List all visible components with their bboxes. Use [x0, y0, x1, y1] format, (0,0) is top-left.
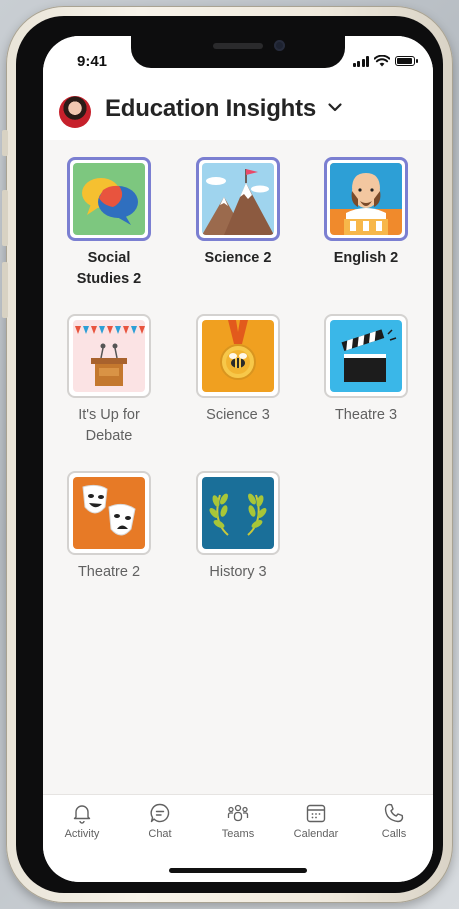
tab-label: Chat	[148, 828, 172, 840]
podium-bunting-icon	[73, 320, 145, 392]
bell-icon	[73, 805, 91, 824]
calendar-icon	[306, 804, 326, 823]
status-icons	[352, 55, 418, 67]
class-name: English 2	[333, 250, 399, 266]
class-thumbnail[interactable]	[196, 157, 280, 241]
clapperboard-icon	[330, 320, 402, 392]
tab-teams[interactable]: Teams	[199, 801, 277, 840]
class-tile[interactable]: History 3	[173, 471, 303, 581]
team-switcher-title[interactable]: Education Insights	[105, 95, 316, 123]
side-button	[2, 130, 8, 156]
class-tile[interactable]: English 2	[301, 157, 431, 277]
tab-activity[interactable]: Activity	[43, 801, 121, 840]
class-thumbnail[interactable]	[324, 314, 408, 398]
class-tile[interactable]: Science 2	[173, 157, 303, 277]
user-avatar[interactable]	[59, 96, 91, 128]
notch	[131, 36, 345, 68]
tab-label: Activity	[64, 828, 100, 840]
tab-calls[interactable]: Calls	[355, 801, 433, 840]
class-name: History 3	[209, 564, 267, 580]
side-button	[2, 262, 8, 318]
shakespeare-icon	[330, 163, 402, 235]
wifi-icon	[374, 55, 390, 67]
mountain-flag-icon	[202, 163, 274, 235]
phone-screen: 9:41 Education Insights Social Studies 2…	[43, 36, 433, 882]
class-name: Social Studies 2	[76, 250, 142, 287]
class-name: Science 3	[206, 407, 270, 423]
tab-label: Teams	[221, 828, 255, 840]
chat-icon	[150, 803, 170, 823]
status-time: 9:41	[77, 53, 108, 70]
front-camera	[274, 40, 285, 51]
class-thumbnail[interactable]	[196, 314, 280, 398]
tab-chat[interactable]: Chat	[121, 801, 199, 840]
home-indicator	[169, 868, 307, 873]
class-tile[interactable]: Theatre 3	[301, 314, 431, 424]
class-tile[interactable]: It's Up for Debate	[44, 314, 174, 444]
cellular-signal-icon	[352, 55, 369, 67]
tab-label: Calls	[381, 828, 407, 840]
chevron-down-icon[interactable]	[327, 99, 343, 115]
class-tile[interactable]: Theatre 2	[44, 471, 174, 581]
app-header: Education Insights	[43, 82, 433, 141]
class-thumbnail[interactable]	[67, 314, 151, 398]
class-tile[interactable]: Science 3	[173, 314, 303, 424]
tab-label: Calendar	[293, 828, 339, 840]
side-button	[2, 190, 8, 246]
speech-bubbles-icon	[73, 163, 145, 235]
class-name: Theatre 3	[334, 407, 398, 423]
battery-icon	[395, 56, 418, 66]
speaker-grille	[213, 43, 263, 49]
tab-calendar[interactable]: Calendar	[277, 801, 355, 840]
class-name: Theatre 2	[77, 564, 141, 580]
class-thumbnail[interactable]	[196, 471, 280, 555]
class-name: It's Up for Debate	[78, 407, 140, 444]
teams-icon	[227, 804, 249, 822]
laurel-wreath-icon	[202, 477, 274, 549]
phone-icon	[384, 803, 404, 823]
class-thumbnail[interactable]	[67, 471, 151, 555]
class-thumbnail[interactable]	[67, 157, 151, 241]
class-thumbnail[interactable]	[324, 157, 408, 241]
class-tile[interactable]: Social Studies 2	[44, 157, 174, 287]
class-name: Science 2	[204, 250, 272, 266]
theatre-masks-icon	[73, 477, 145, 549]
class-grid: Social Studies 2 Science 2 English 2 It'…	[43, 140, 433, 794]
medal-bee-icon	[202, 320, 274, 392]
